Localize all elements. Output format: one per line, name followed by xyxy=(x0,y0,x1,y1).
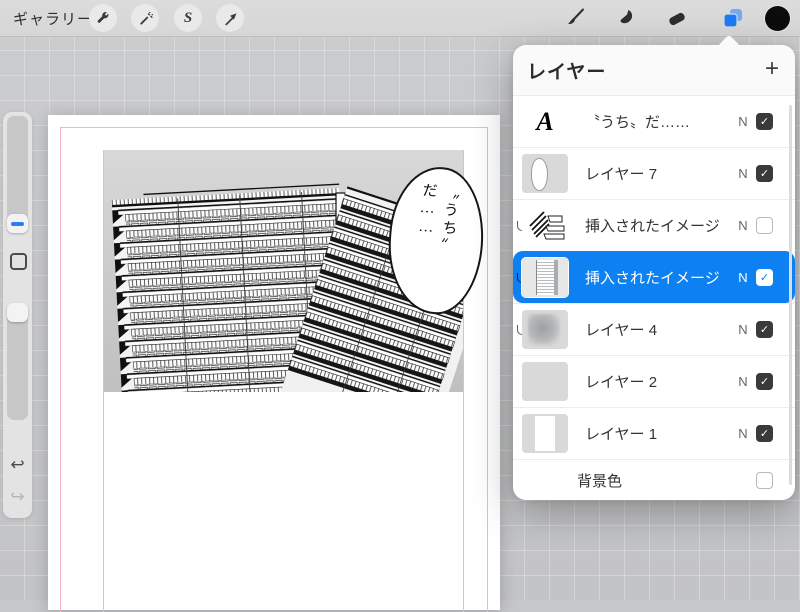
layers-panel-button[interactable] xyxy=(719,4,747,32)
layers-panel: レイヤー + A 〝うち〟だ…… N ✓ レイヤー 7 N ✓ 挿入されたイメー… xyxy=(513,34,795,500)
layer-name: レイヤー 1 xyxy=(585,426,658,443)
layer-thumbnail xyxy=(522,362,568,401)
layer-name: 挿入されたイメージ xyxy=(585,270,720,287)
background-color-row[interactable]: 背景色 ✓ xyxy=(513,459,795,500)
opacity-handle[interactable] xyxy=(7,303,28,322)
magic-wand-icon xyxy=(139,11,153,25)
visibility-checkbox[interactable]: ✓ xyxy=(756,321,773,338)
brush-sidebar: ↩ ↪ xyxy=(3,112,32,518)
layer-row-inserted-image-hidden[interactable]: 挿入されたイメージ N ✓ xyxy=(513,199,795,251)
blend-mode-button[interactable]: N xyxy=(735,218,751,233)
layer-row-inserted-image-selected[interactable]: 挿入されたイメージ N ✓ xyxy=(513,251,795,303)
background-color-label: 背景色 xyxy=(577,472,623,490)
selection-s-icon: S xyxy=(183,9,193,26)
visibility-checkbox[interactable]: ✓ xyxy=(756,472,773,489)
layer-name: 〝うち〟だ…… xyxy=(585,114,691,131)
size-handle-mark xyxy=(11,221,24,226)
layer-list: A 〝うち〟だ…… N ✓ レイヤー 7 N ✓ 挿入されたイメージ N ✓ xyxy=(513,95,795,500)
undo-button[interactable]: ↩ xyxy=(3,456,32,473)
layer-row-4[interactable]: レイヤー 4 N ✓ xyxy=(513,303,795,355)
visibility-checkbox[interactable]: ✓ xyxy=(756,217,773,234)
panel-scrollbar[interactable] xyxy=(789,105,792,485)
visibility-checkbox[interactable]: ✓ xyxy=(756,113,773,130)
speech-bubble-text: 〝うち〟 だ…… xyxy=(417,181,460,257)
layer-thumbnail: A xyxy=(522,102,568,141)
eraser-tool-button[interactable] xyxy=(663,4,691,32)
actions-wrench-button[interactable] xyxy=(89,4,117,32)
opacity-slider[interactable] xyxy=(7,303,28,420)
layer-thumbnail xyxy=(521,257,569,298)
layer-thumbnail xyxy=(522,310,568,349)
layer-row-1[interactable]: レイヤー 1 N ✓ xyxy=(513,407,795,459)
layer-thumbnail xyxy=(522,154,568,193)
layers-header: レイヤー + xyxy=(513,45,795,95)
modify-button[interactable] xyxy=(10,253,27,270)
paint-brush-icon xyxy=(568,8,584,24)
layer-row-7[interactable]: レイヤー 7 N ✓ xyxy=(513,147,795,199)
blend-mode-button[interactable]: N xyxy=(735,374,751,389)
blend-mode-button[interactable]: N xyxy=(735,322,751,337)
layers-icon xyxy=(723,9,742,28)
visibility-checkbox[interactable]: ✓ xyxy=(756,269,773,286)
top-toolbar: ギャラリー S xyxy=(0,0,800,37)
transform-arrow-icon xyxy=(224,12,236,25)
wrench-icon xyxy=(97,11,108,23)
layer-thumbnail xyxy=(522,414,568,453)
adjustments-button[interactable] xyxy=(131,4,159,32)
current-color-black xyxy=(764,5,790,31)
layer-row-2[interactable]: レイヤー 2 N ✓ xyxy=(513,355,795,407)
layer-thumbnail xyxy=(522,206,568,245)
eraser-icon xyxy=(669,12,685,26)
brush-tool-button[interactable] xyxy=(561,4,589,32)
brush-size-handle[interactable] xyxy=(7,214,28,233)
add-layer-button[interactable]: + xyxy=(765,56,779,81)
layer-name: レイヤー 7 xyxy=(585,166,658,183)
layer-row-text[interactable]: A 〝うち〟だ…… N ✓ xyxy=(513,95,795,147)
visibility-checkbox[interactable]: ✓ xyxy=(756,373,773,390)
transform-button[interactable] xyxy=(216,4,244,32)
blend-mode-button[interactable]: N xyxy=(735,426,751,441)
visibility-checkbox[interactable]: ✓ xyxy=(756,425,773,442)
blend-mode-button[interactable]: N xyxy=(735,114,751,129)
color-swatch-button[interactable] xyxy=(763,4,791,32)
layer-name: レイヤー 4 xyxy=(585,322,658,339)
smudge-tool-button[interactable] xyxy=(611,4,639,32)
smudge-finger-icon xyxy=(620,10,633,24)
brush-size-slider[interactable] xyxy=(7,116,28,233)
redo-button[interactable]: ↪ xyxy=(3,488,32,505)
visibility-checkbox[interactable]: ✓ xyxy=(756,165,773,182)
blend-mode-button[interactable]: N xyxy=(735,166,751,181)
layers-title: レイヤー xyxy=(527,61,607,83)
layer-name: レイヤー 2 xyxy=(585,374,658,391)
layer-name: 挿入されたイメージ xyxy=(585,218,720,235)
canvas-page[interactable]: 〝うち〟 だ…… xyxy=(48,115,500,612)
selection-button[interactable]: S xyxy=(174,4,202,32)
gallery-button[interactable]: ギャラリー xyxy=(13,8,93,29)
blend-mode-button[interactable]: N xyxy=(735,270,751,285)
